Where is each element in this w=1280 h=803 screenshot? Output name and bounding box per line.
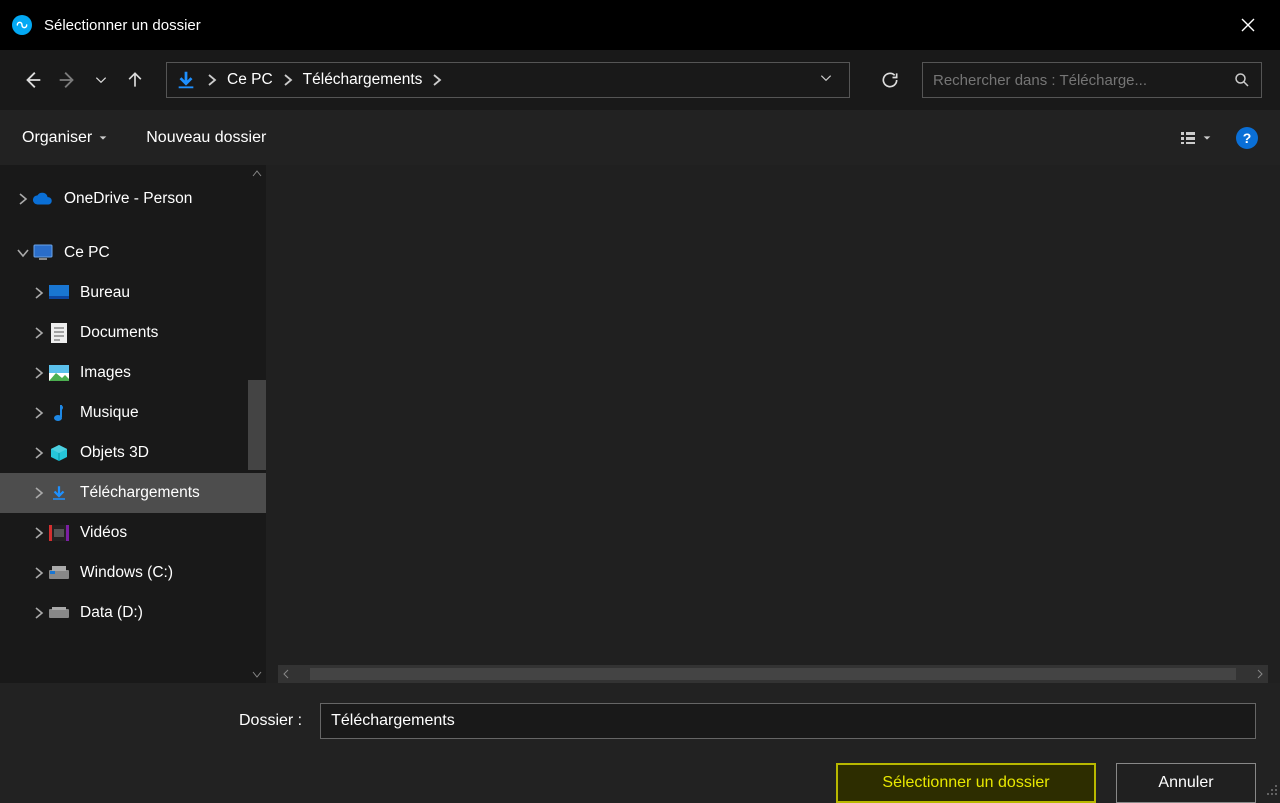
chevron-down-icon[interactable] (14, 248, 32, 258)
tree-item-documents[interactable]: Documents (0, 313, 266, 353)
refresh-button[interactable] (870, 62, 910, 98)
breadcrumb-cepc[interactable]: Ce PC (221, 71, 279, 89)
file-list-area[interactable] (266, 165, 1280, 683)
new-folder-button[interactable]: Nouveau dossier (146, 129, 266, 147)
chevron-right-icon[interactable] (30, 366, 48, 380)
up-button[interactable] (120, 62, 150, 98)
chevron-right-icon[interactable] (30, 446, 48, 460)
tree-item-objets3d[interactable]: Objets 3D (0, 433, 266, 473)
tree-item-data-d[interactable]: Data (D:) (0, 593, 266, 633)
select-folder-button[interactable]: Sélectionner un dossier (836, 763, 1096, 803)
close-button[interactable] (1228, 9, 1268, 41)
cancel-label: Annuler (1158, 774, 1213, 792)
recent-dropdown[interactable] (86, 62, 116, 98)
desktop-icon (48, 282, 70, 304)
select-folder-label: Sélectionner un dossier (882, 774, 1049, 792)
tree-item-telechargements[interactable]: Téléchargements (0, 473, 266, 513)
tree-label: Documents (80, 324, 158, 342)
sidebar-scrollbar[interactable] (248, 165, 266, 683)
picture-icon (48, 362, 70, 384)
resize-grip[interactable] (1266, 783, 1278, 801)
tree-item-musique[interactable]: Musique (0, 393, 266, 433)
organise-label: Organiser (22, 129, 92, 147)
chevron-right-icon[interactable] (14, 192, 32, 206)
chevron-right-icon[interactable] (30, 566, 48, 580)
chevron-right-icon[interactable] (30, 526, 48, 540)
drive-icon (48, 602, 70, 624)
cloud-icon (32, 188, 54, 210)
tree-item-videos[interactable]: Vidéos (0, 513, 266, 553)
tree-label: Windows (C:) (80, 564, 173, 582)
toolbar: Organiser Nouveau dossier ? (0, 110, 1280, 165)
navigation-tree: OneDrive - Person Ce PC Bureau Documents… (0, 165, 266, 683)
tree-label: OneDrive - Person (64, 190, 192, 208)
music-icon (48, 402, 70, 424)
tree-label: Ce PC (64, 244, 110, 262)
tree-item-onedrive[interactable]: OneDrive - Person (0, 179, 266, 219)
chevron-right-icon[interactable] (30, 406, 48, 420)
tree-label: Téléchargements (80, 484, 200, 502)
horizontal-scrollbar[interactable] (278, 665, 1268, 683)
download-arrow-icon (48, 482, 70, 504)
help-button[interactable]: ? (1236, 127, 1258, 149)
chevron-right-icon[interactable] (428, 73, 446, 87)
tree-label: Objets 3D (80, 444, 149, 462)
tree-label: Bureau (80, 284, 130, 302)
chevron-right-icon[interactable] (30, 286, 48, 300)
folder-field-label: Dossier : (239, 712, 302, 730)
tree-label: Vidéos (80, 524, 127, 542)
scrollbar-thumb[interactable] (310, 668, 1236, 680)
nav-bar: Ce PC Téléchargements (0, 50, 1280, 110)
new-folder-label: Nouveau dossier (146, 129, 266, 147)
chevron-right-icon[interactable] (279, 73, 297, 87)
computer-icon (32, 242, 54, 264)
document-icon (48, 322, 70, 344)
video-icon (48, 522, 70, 544)
view-options-button[interactable] (1176, 122, 1216, 154)
chevron-right-icon[interactable] (30, 486, 48, 500)
tree-label: Musique (80, 404, 139, 422)
chevron-right-icon[interactable] (30, 326, 48, 340)
organise-menu[interactable]: Organiser (22, 129, 108, 147)
chevron-right-icon[interactable] (30, 606, 48, 620)
tree-item-cepc[interactable]: Ce PC (0, 233, 266, 273)
breadcrumb-telechargements[interactable]: Téléchargements (297, 71, 429, 89)
app-icon (12, 15, 32, 35)
window-title: Sélectionner un dossier (44, 17, 1228, 34)
tree-item-windows-c[interactable]: Windows (C:) (0, 553, 266, 593)
chevron-right-icon[interactable] (203, 73, 221, 87)
tree-label: Data (D:) (80, 604, 143, 622)
titlebar: Sélectionner un dossier (0, 0, 1280, 50)
scrollbar-thumb[interactable] (248, 380, 266, 470)
address-bar[interactable]: Ce PC Téléchargements (166, 62, 850, 98)
address-dropdown[interactable] (811, 71, 841, 90)
help-label: ? (1243, 130, 1252, 146)
forward-button[interactable] (52, 62, 82, 98)
cancel-button[interactable]: Annuler (1116, 763, 1256, 803)
tree-item-images[interactable]: Images (0, 353, 266, 393)
tree-item-bureau[interactable]: Bureau (0, 273, 266, 313)
search-icon[interactable] (1233, 71, 1251, 89)
main-area: OneDrive - Person Ce PC Bureau Documents… (0, 165, 1280, 683)
search-input[interactable] (933, 72, 1233, 89)
download-arrow-icon (175, 69, 197, 91)
folder-name-input[interactable] (320, 703, 1256, 739)
cube-icon (48, 442, 70, 464)
back-button[interactable] (18, 62, 48, 98)
tree-label: Images (80, 364, 131, 382)
dialog-footer: Dossier : Sélectionner un dossier Annule… (0, 683, 1280, 803)
search-bar[interactable] (922, 62, 1262, 98)
drive-icon (48, 562, 70, 584)
